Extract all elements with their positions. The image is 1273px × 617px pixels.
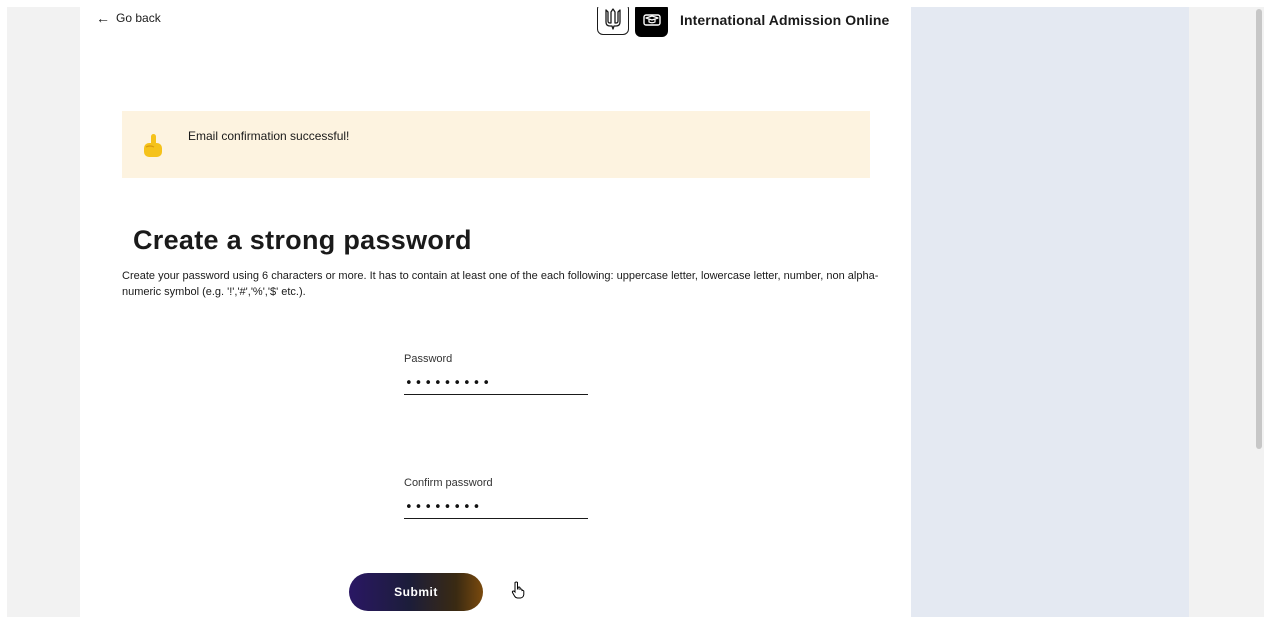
graduation-cap-icon [635,7,668,37]
main-panel: ← Go back International Admission Online [80,7,911,617]
password-requirements: Create your password using 6 characters … [122,270,879,298]
pointing-hand-icon [144,134,162,157]
trident-emblem-icon [597,7,629,35]
submit-button[interactable]: Submit [349,573,483,611]
confirm-password-field-group: Confirm password [404,477,588,519]
password-label: Password [404,353,453,365]
arrow-left-icon: ← [96,10,110,26]
page-scrollbar[interactable] [1254,7,1264,617]
confirm-password-input[interactable] [404,497,588,519]
browser-viewport: ← Go back International Admission Online [7,7,1264,617]
alert-message: Email confirmation successful! [188,129,350,143]
confirm-password-label: Confirm password [404,477,493,489]
scrollbar-thumb[interactable] [1256,9,1262,449]
site-title: International Admission Online [680,12,890,28]
success-alert: Email confirmation successful! [122,111,870,178]
password-input[interactable] [404,373,588,395]
side-panel [911,7,1189,617]
go-back-label: Go back [116,11,161,25]
password-field-group: Password [404,353,588,395]
brand-header: International Admission Online [597,7,889,37]
go-back-link[interactable]: ← Go back [96,11,161,25]
page-title: Create a strong password [133,225,472,255]
